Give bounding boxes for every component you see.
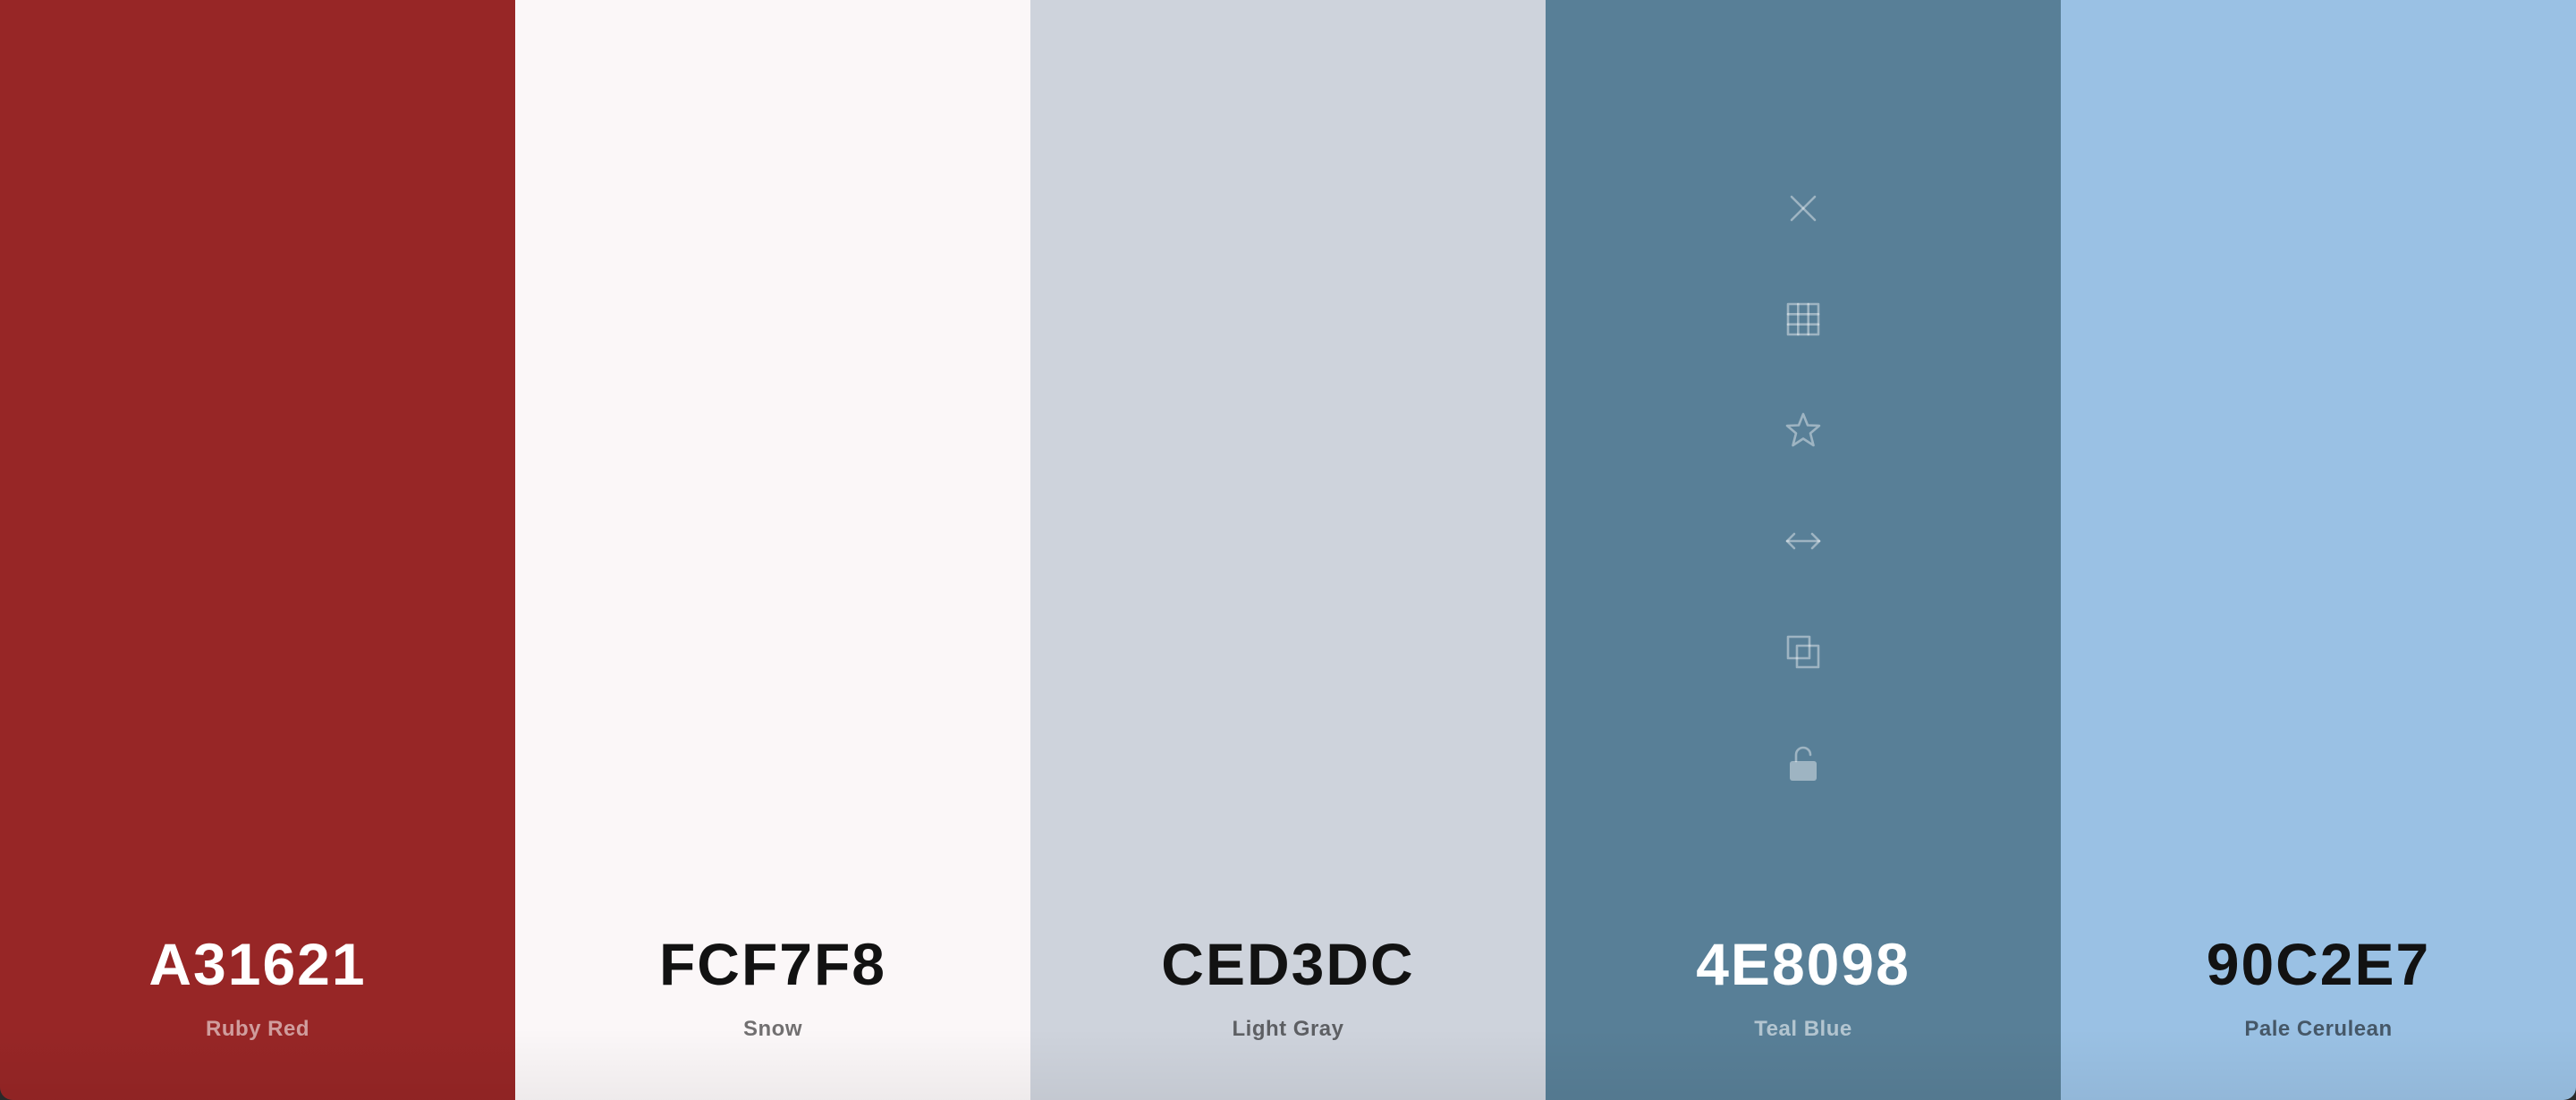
swatch-name[interactable]: Snow — [515, 1016, 1030, 1043]
swatch-hex[interactable]: 4E8098 — [1546, 930, 2061, 998]
arrows-horizontal-icon — [1785, 532, 1821, 550]
swatch-name[interactable]: Light Gray — [1030, 1016, 1546, 1043]
swatch-hex[interactable]: 90C2E7 — [2061, 930, 2576, 998]
view-shades-button[interactable] — [1778, 294, 1828, 344]
swatch-name[interactable]: Pale Cerulean — [2061, 1016, 2576, 1043]
drag-color-button[interactable] — [1778, 516, 1828, 566]
color-palette: A31621 Ruby Red FCF7F8 Snow CED3DC Light… — [0, 0, 2576, 1100]
swatch-ruby-red[interactable]: A31621 Ruby Red — [0, 0, 515, 1100]
swatch-teal-blue[interactable]: 4E8098 Teal Blue — [1546, 0, 2061, 1100]
swatch-hex[interactable]: CED3DC — [1030, 930, 1546, 998]
save-color-button[interactable] — [1778, 405, 1828, 455]
swatch-name[interactable]: Ruby Red — [0, 1016, 515, 1043]
star-icon — [1785, 412, 1821, 447]
grid-icon — [1786, 302, 1820, 336]
swatch-hex[interactable]: FCF7F8 — [515, 930, 1030, 998]
swatch-snow[interactable]: FCF7F8 Snow — [515, 0, 1030, 1100]
swatch-toolbar — [1775, 183, 1832, 849]
swatch-name[interactable]: Teal Blue — [1546, 1016, 2061, 1043]
copy-icon — [1786, 635, 1820, 669]
unlock-icon — [1790, 746, 1817, 781]
remove-color-button[interactable] — [1778, 183, 1828, 233]
swatch-hex[interactable]: A31621 — [0, 930, 515, 998]
swatch-pale-cerulean[interactable]: 90C2E7 Pale Cerulean — [2061, 0, 2576, 1100]
copy-color-button[interactable] — [1778, 627, 1828, 677]
toggle-lock-button[interactable] — [1778, 738, 1828, 788]
swatch-light-gray[interactable]: CED3DC Light Gray — [1030, 0, 1546, 1100]
close-icon — [1790, 195, 1817, 222]
